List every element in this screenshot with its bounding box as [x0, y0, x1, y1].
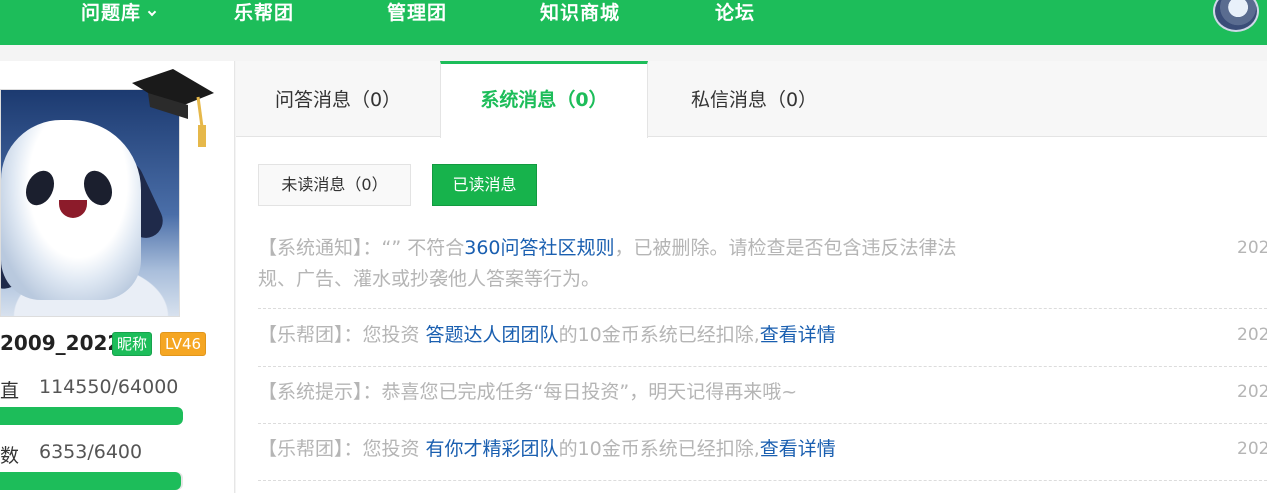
message-text: 【乐帮团】：您投资 [258, 438, 426, 460]
list-item: 【系统通知】：“” 不符合360问答社区规则，已被删除。请检查是否包含违反法律法… [258, 233, 1267, 309]
message-date: 202 [1237, 439, 1267, 459]
username: 2009_2022 [0, 331, 122, 355]
stat-value: 114550/64000 [39, 376, 179, 398]
message-text: 【系统通知】：“” 不符合 [258, 237, 465, 259]
stat-label: 直 [0, 380, 20, 402]
chevron-down-icon [147, 7, 157, 17]
tab-system-messages[interactable]: 系统消息（0） [440, 61, 648, 138]
nav-item-label: 问题库 [81, 2, 142, 24]
view-details-link[interactable]: 查看详情 [760, 324, 836, 346]
list-item: 【乐帮团】：您投资 有你才精彩团队的10金币系统已经扣除,查看详情 202 [258, 434, 1267, 481]
message-text: 【系统提示】：恭喜您已完成任务“每日投资”，明天记得再来哦~ [258, 381, 798, 403]
stat-progress-bar-2 [0, 472, 183, 490]
tab-qa-messages[interactable]: 问答消息（0） [236, 61, 440, 137]
stat-row-2: 数 6353/6400 [0, 441, 142, 468]
nav-item-lebang[interactable]: 乐帮团 [234, 0, 294, 26]
message-text: 的10金币系统已经扣除, [558, 324, 760, 346]
graduation-cap-icon [132, 69, 214, 147]
team-link[interactable]: 有你才精彩团队 [426, 438, 559, 460]
message-date: 202 [1237, 238, 1267, 258]
tab-private-messages[interactable]: 私信消息（0） [648, 61, 860, 137]
rules-link[interactable]: 360问答社区规则 [464, 237, 614, 259]
level-badge: LV46 [160, 332, 207, 356]
user-avatar[interactable] [1213, 0, 1259, 32]
read-messages-button[interactable]: 已读消息 [432, 164, 537, 206]
top-nav: 问题库 乐帮团 管理团 知识商城 论坛 [0, 0, 1267, 45]
message-text: 的10金币系统已经扣除, [558, 438, 760, 460]
stat-row-1: 直 114550/64000 [0, 376, 178, 403]
message-date: 202 [1237, 382, 1267, 402]
stat-progress-bar-1 [0, 407, 183, 425]
message-text: 【乐帮团】：您投资 [258, 324, 426, 346]
view-details-link[interactable]: 查看详情 [760, 438, 836, 460]
unread-messages-button[interactable]: 未读消息（0） [258, 164, 411, 206]
message-tabs: 问答消息（0） 系统消息（0） 私信消息（0） [236, 61, 1267, 138]
message-center: 问答消息（0） 系统消息（0） 私信消息（0） 未读消息（0） 已读消息 【系统… [236, 61, 1267, 493]
message-date: 202 [1237, 325, 1267, 345]
list-item: 【系统提示】：恭喜您已完成任务“每日投资”，明天记得再来哦~ 202 [258, 377, 1267, 424]
list-item: 【乐帮团】：您投资 答题达人团团队的10金币系统已经扣除,查看详情 202 [258, 320, 1267, 367]
profile-panel: 2009_2022 昵称 LV46 直 114550/64000 数 6353/… [0, 61, 235, 493]
stat-value: 6353/6400 [39, 441, 143, 463]
team-link[interactable]: 答题达人团团队 [426, 324, 559, 346]
nav-item-management[interactable]: 管理团 [387, 0, 447, 26]
nav-item-forum[interactable]: 论坛 [715, 0, 755, 26]
nickname-badge[interactable]: 昵称 [112, 332, 153, 356]
stat-label: 数 [0, 445, 20, 467]
nav-item-knowledge-mall[interactable]: 知识商城 [540, 0, 620, 26]
nav-item-question-library[interactable]: 问题库 [81, 0, 157, 26]
